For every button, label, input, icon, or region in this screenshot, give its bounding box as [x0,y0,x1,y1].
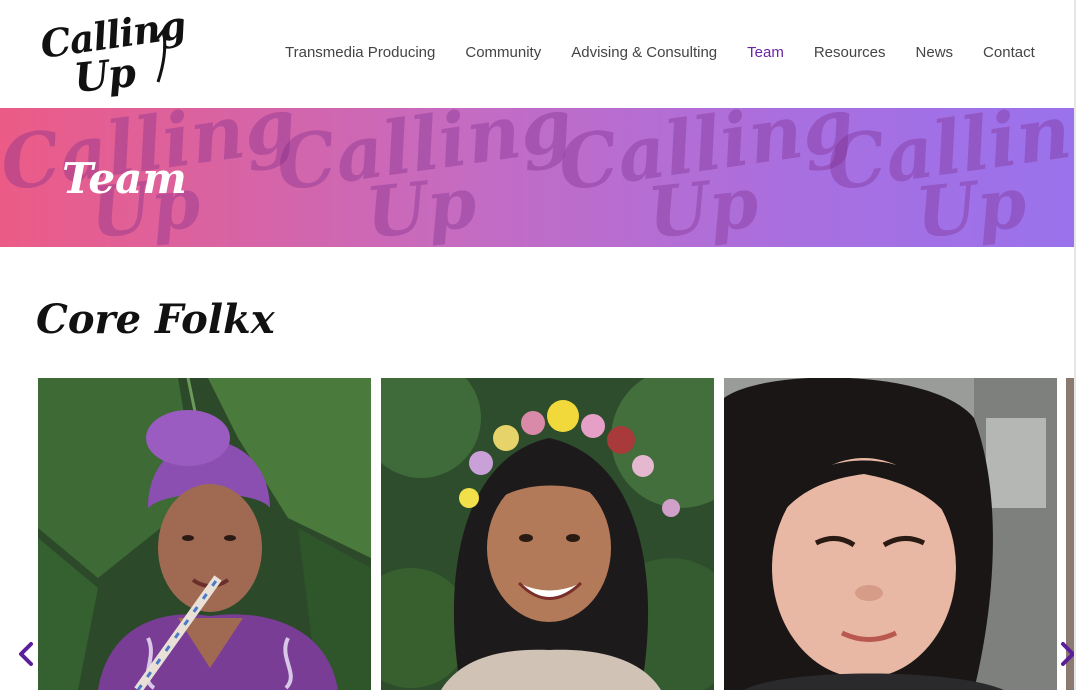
team-carousel [0,378,1076,690]
team-member-card[interactable] [724,378,1057,690]
chevron-left-icon [19,642,33,666]
portrait-purple-headwrap [38,378,371,690]
banner-watermark: Calling Up [821,108,1076,247]
nav-contact[interactable]: Contact [983,44,1035,61]
main-nav: Transmedia Producing Community Advising … [285,44,1035,61]
site-header: Calling Up Transmedia Producing Communit… [0,0,1076,108]
logo-arrow-icon [154,27,173,83]
page-title: Team [62,154,187,203]
nav-transmedia-producing[interactable]: Transmedia Producing [285,44,435,61]
banner-watermark: Calling Up [271,108,578,247]
portrait-flower-crown [381,378,714,690]
team-member-card[interactable] [38,378,371,690]
portrait-dark-hair [724,378,1057,690]
section-title: Core Folkx [36,296,275,343]
nav-resources[interactable]: Resources [814,44,886,61]
carousel-prev-button[interactable] [16,640,36,668]
nav-team[interactable]: Team [747,44,784,61]
calling-up-logo[interactable]: Calling Up [38,2,188,102]
nav-community[interactable]: Community [465,44,541,61]
team-member-card[interactable] [381,378,714,690]
page-banner: Calling Up Calling Up Calling Up Calling… [0,108,1076,247]
nav-advising-consulting[interactable]: Advising & Consulting [571,44,717,61]
banner-watermark: Calling Up [553,108,860,247]
nav-news[interactable]: News [916,44,954,61]
